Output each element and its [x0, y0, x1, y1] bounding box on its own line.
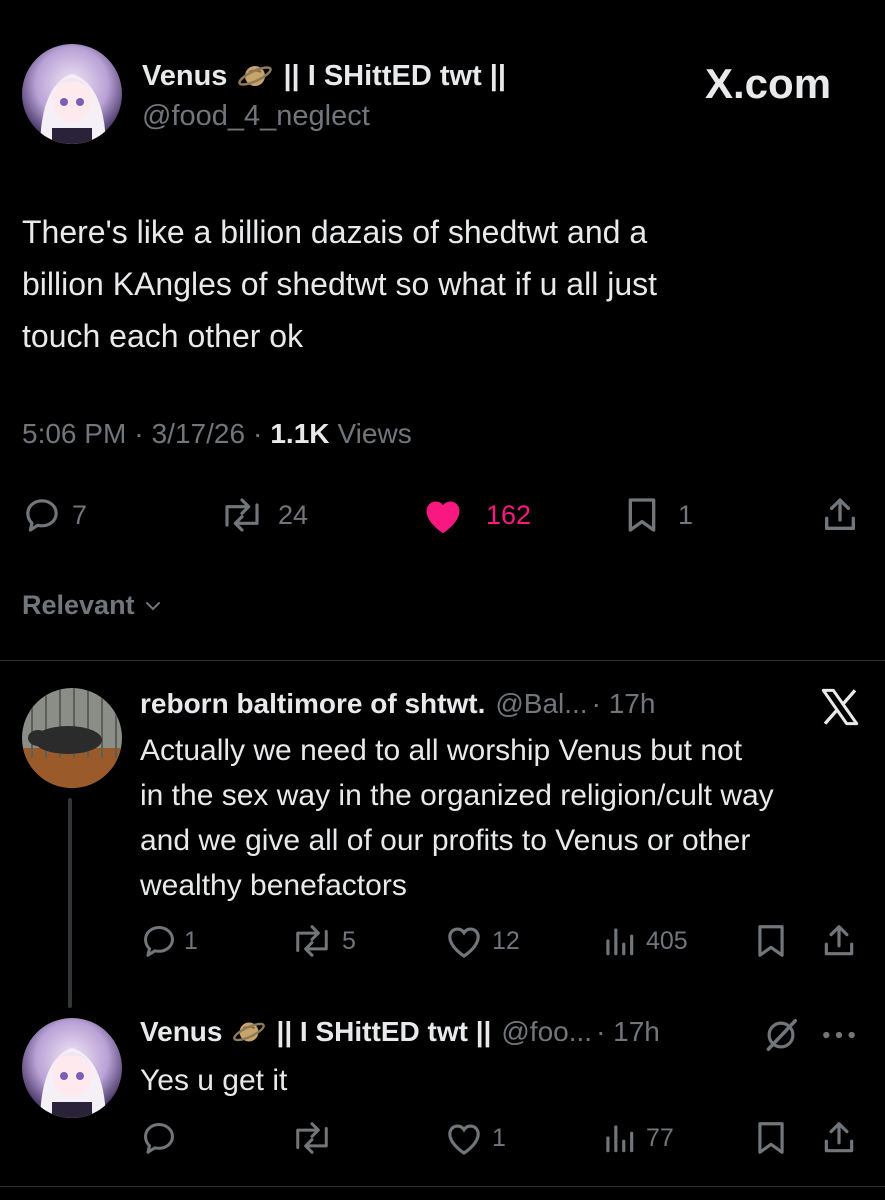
- saturn-emoji-icon: [237, 58, 273, 94]
- reply1-avatar[interactable]: [22, 688, 122, 788]
- bookmark-count: 1: [678, 499, 694, 530]
- views-chart-icon: [600, 922, 638, 960]
- repost-icon: [288, 922, 336, 960]
- repost-icon[interactable]: [288, 1119, 336, 1157]
- meta-separator: ·: [253, 418, 263, 449]
- thread-line: [68, 798, 72, 1008]
- reply1-repost-button[interactable]: 5: [288, 922, 356, 960]
- heart-filled-icon: [420, 495, 466, 535]
- post-date[interactable]: 3/17/26: [152, 418, 245, 450]
- bookmark-button[interactable]: 1: [622, 495, 693, 535]
- grok-icon[interactable]: [762, 1016, 800, 1054]
- reply2-text: Yes u get it: [140, 1058, 287, 1103]
- post-meta: 5:06 PM · 3/17/26 · 1.1K Views: [22, 418, 412, 450]
- reply2-name-suffix: || I SHittED twt ||: [276, 1016, 492, 1047]
- reply2-time[interactable]: · 17h: [596, 1016, 660, 1048]
- reply1-repost-count: 5: [342, 926, 356, 955]
- reply2-like-button[interactable]: 1: [444, 1119, 506, 1157]
- reply2-views-button[interactable]: 77: [600, 1119, 674, 1157]
- reply1-views-count: 405: [646, 926, 688, 955]
- reply-icon: [140, 922, 178, 960]
- reply1-reply-count: 1: [184, 926, 198, 955]
- reply1-time[interactable]: · 17h: [592, 688, 656, 720]
- more-options-icon[interactable]: [820, 1018, 858, 1052]
- post-text-line: billion KAngles of shedtwt so what if u …: [22, 266, 657, 302]
- reply2-handle[interactable]: @foo...: [501, 1016, 592, 1048]
- reply2-like-count: 1: [492, 1123, 506, 1152]
- sort-selector[interactable]: Relevant: [22, 590, 163, 621]
- repost-count: 24: [278, 499, 309, 530]
- reply2-avatar[interactable]: [22, 1018, 122, 1118]
- reply1-display-name[interactable]: reborn baltimore of shtwt.: [140, 688, 485, 720]
- repost-button[interactable]: 24: [216, 495, 308, 535]
- reply-icon[interactable]: [140, 1119, 178, 1157]
- share-icon[interactable]: [820, 495, 860, 535]
- bookmark-icon: [622, 495, 662, 535]
- heart-icon: [444, 922, 484, 960]
- author-handle[interactable]: @food_4_neglect: [142, 100, 370, 133]
- reply-text-line: Yes u get it: [140, 1064, 288, 1097]
- bookmark-icon[interactable]: [752, 922, 790, 960]
- share-icon[interactable]: [820, 922, 858, 960]
- x-logo-icon: [820, 688, 860, 726]
- author-name-row[interactable]: Venus || I SHittED twt ||: [142, 58, 506, 94]
- x-com-watermark: X.com: [705, 60, 832, 107]
- reply-text-line: Actually we need to all worship Venus bu…: [140, 734, 743, 767]
- post-text-line: touch each other ok: [22, 318, 304, 354]
- reply-button[interactable]: 7: [22, 495, 87, 535]
- author-avatar[interactable]: [22, 44, 122, 144]
- reply2-views-count: 77: [646, 1123, 674, 1152]
- reply1-like-count: 12: [492, 926, 520, 955]
- post-text-line: There's like a billion dazais of shedtwt…: [22, 214, 648, 250]
- post-time[interactable]: 5:06 PM: [22, 418, 126, 450]
- meta-separator: ·: [134, 418, 144, 449]
- repost-icon: [216, 495, 268, 535]
- section-divider: [0, 660, 885, 661]
- reply1-text: Actually we need to all worship Venus bu…: [140, 728, 880, 908]
- heart-icon: [444, 1119, 484, 1157]
- reply1-header: reborn baltimore of shtwt. @Bal... · 17h: [140, 688, 655, 720]
- bottom-divider: [0, 1186, 885, 1187]
- reply-count: 7: [72, 499, 88, 530]
- reply1-like-button[interactable]: 12: [444, 922, 520, 960]
- like-count: 162: [486, 499, 532, 530]
- author-name-suffix: || I SHittED twt ||: [283, 59, 506, 92]
- reply-text-line: wealthy benefactors: [140, 869, 407, 902]
- reply1-reply-button[interactable]: 1: [140, 922, 198, 960]
- chevron-down-icon: [143, 596, 163, 616]
- reply2-display-name[interactable]: Venus: [140, 1016, 222, 1048]
- share-icon[interactable]: [820, 1119, 858, 1157]
- reply1-handle[interactable]: @Bal...: [495, 688, 587, 720]
- views-chart-icon: [600, 1119, 638, 1157]
- saturn-emoji-icon: [232, 1015, 266, 1049]
- reply-icon: [22, 495, 62, 535]
- views-label: Views: [337, 418, 412, 449]
- author-display-name: Venus: [142, 59, 228, 92]
- sort-label: Relevant: [22, 590, 135, 620]
- reply-text-line: in the sex way in the organized religion…: [140, 779, 774, 812]
- post-text: There's like a billion dazais of shedtwt…: [22, 206, 872, 362]
- bookmark-icon[interactable]: [752, 1119, 790, 1157]
- views-count: 1.1K: [270, 418, 330, 449]
- reply1-views-button[interactable]: 405: [600, 922, 688, 960]
- like-button[interactable]: 162: [420, 495, 531, 535]
- reply-text-line: and we give all of our profits to Venus …: [140, 824, 751, 857]
- reply2-header: Venus || I SHittED twt || @foo... · 17h: [140, 1015, 660, 1049]
